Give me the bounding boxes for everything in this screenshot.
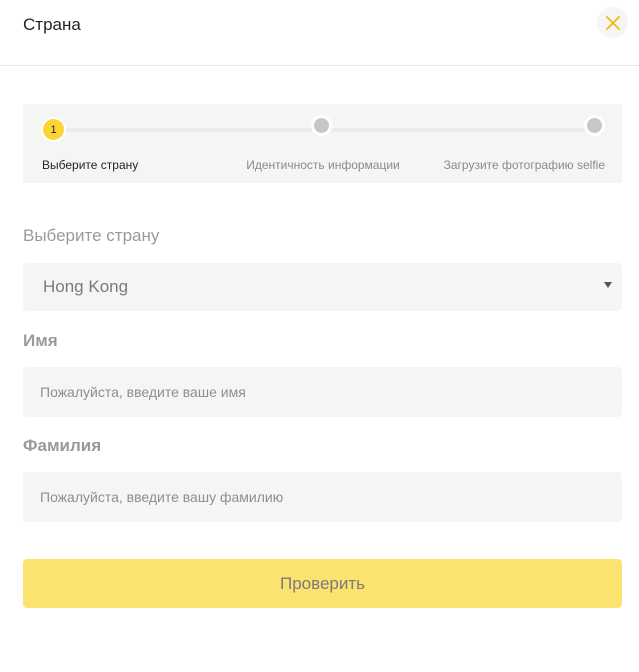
close-icon — [605, 15, 620, 30]
country-select-value: Hong Kong — [43, 277, 129, 296]
step-3-indicator — [584, 115, 605, 136]
step-1-label: Выберите страну — [42, 158, 139, 172]
step-2-indicator — [311, 115, 332, 136]
step-3-label: Загрузите фотографию selfie — [443, 158, 605, 172]
last-name-input[interactable] — [23, 472, 622, 522]
step-1-indicator: 1 — [41, 117, 66, 142]
verify-button[interactable]: Проверить — [23, 559, 622, 608]
first-name-input[interactable] — [23, 367, 622, 417]
progress-stepper: 1 Выберите страну Идентичность информаци… — [23, 104, 622, 183]
first-name-label: Имя — [23, 331, 58, 350]
close-button[interactable] — [597, 7, 628, 38]
dialog-title: Страна — [23, 15, 81, 34]
step-2-label: Идентичность информации — [246, 158, 400, 172]
last-name-label: Фамилия — [23, 436, 102, 455]
step-1-number: 1 — [50, 123, 57, 136]
country-label: Выберите страну — [23, 226, 160, 245]
dialog-header: Страна — [0, 0, 639, 66]
caret-down-icon — [604, 282, 612, 288]
country-select[interactable]: Hong Kong — [23, 263, 622, 311]
